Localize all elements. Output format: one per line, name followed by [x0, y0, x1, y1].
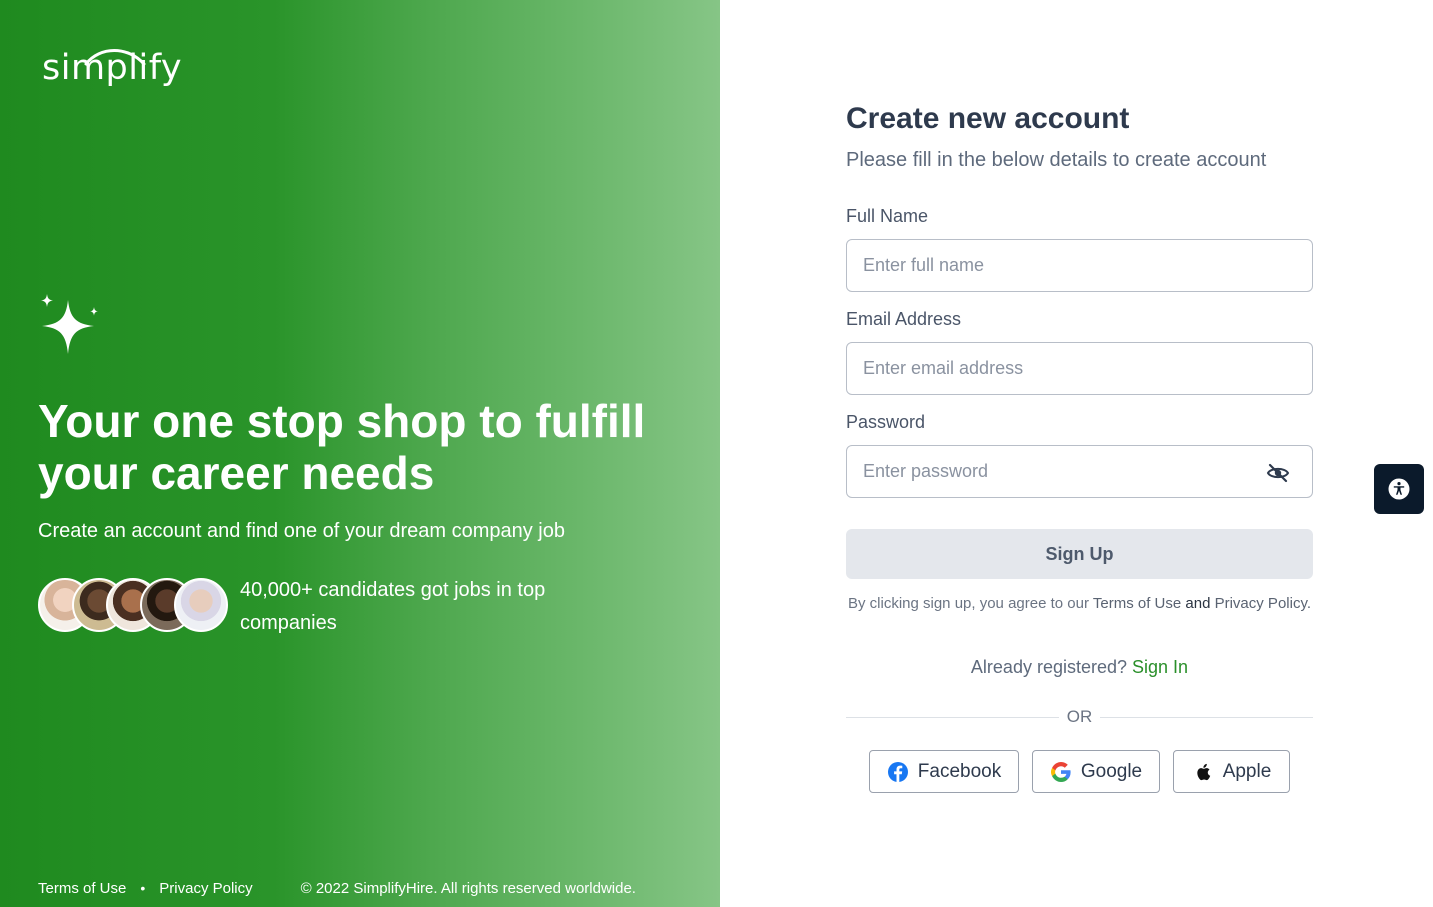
sign-in-link[interactable]: Sign In: [1132, 657, 1188, 677]
apple-icon: [1197, 763, 1210, 780]
already-text: Already registered?: [970, 657, 1128, 677]
footer-separator: •: [140, 880, 146, 896]
google-button[interactable]: Google: [1032, 750, 1160, 793]
email-field-wrapper: [846, 342, 1313, 395]
hero-title: Your one stop shop to fulfill your caree…: [38, 395, 646, 499]
divider-line: [846, 716, 1059, 718]
password-field-wrapper: [846, 445, 1313, 498]
terms-prefix: By clicking sign up, you agree to our: [847, 595, 1089, 612]
avatar-stack: [38, 578, 228, 634]
eye-off-icon[interactable]: [1266, 461, 1290, 485]
google-label: Google: [1080, 760, 1143, 782]
or-text: OR: [1066, 707, 1093, 726]
form-title: Create new account: [846, 102, 1130, 135]
or-divider: OR: [846, 706, 1313, 728]
facebook-label: Facebook: [917, 760, 1002, 782]
hero-footer: Terms of Use • Privacy Policy © 2022 Sim…: [38, 878, 698, 898]
accessibility-icon: [1388, 478, 1410, 500]
privacy-policy-link[interactable]: Privacy Policy: [159, 880, 252, 897]
full-name-label: Full Name: [846, 206, 929, 226]
sign-up-button[interactable]: Sign Up: [846, 529, 1313, 579]
facebook-button[interactable]: Facebook: [869, 750, 1019, 793]
full-name-field-wrapper: [846, 239, 1313, 292]
terms-notice: By clicking sign up, you agree to our Te…: [846, 591, 1313, 616]
password-input[interactable]: [847, 446, 1312, 497]
email-input[interactable]: [847, 343, 1312, 394]
email-label: Email Address: [846, 309, 962, 329]
sparkles-icon: [41, 294, 98, 354]
divider-line: [1100, 716, 1313, 718]
logo: simplify: [42, 48, 183, 88]
hero-subtitle: Create an account and find one of your d…: [38, 520, 565, 542]
copyright-text: © 2022 SimplifyHire. All rights reserved…: [300, 879, 636, 897]
form-subtitle: Please fill in the below details to crea…: [846, 149, 1267, 171]
signup-form: Create new account Please fill in the be…: [846, 0, 1313, 907]
facebook-icon: [887, 761, 908, 782]
terms-and: and: [1185, 595, 1211, 612]
hero-panel: simplify Your one stop shop to fulfill y…: [0, 0, 720, 907]
avatar: [174, 578, 228, 632]
candidates-stat: 40,000+ candidates got jobs in top compa…: [240, 579, 546, 634]
apple-button[interactable]: Apple: [1173, 750, 1290, 793]
accessibility-button[interactable]: [1374, 464, 1424, 514]
google-icon: [1050, 761, 1071, 782]
terms-of-use-link[interactable]: Terms of Use: [38, 880, 126, 897]
already-registered: Already registered? Sign In: [846, 657, 1313, 678]
password-label: Password: [846, 412, 926, 432]
privacy-link[interactable]: Privacy Policy.: [1215, 595, 1311, 612]
full-name-input[interactable]: [847, 240, 1312, 291]
terms-link[interactable]: Terms of Use: [1093, 595, 1181, 612]
apple-label: Apple: [1222, 760, 1272, 782]
